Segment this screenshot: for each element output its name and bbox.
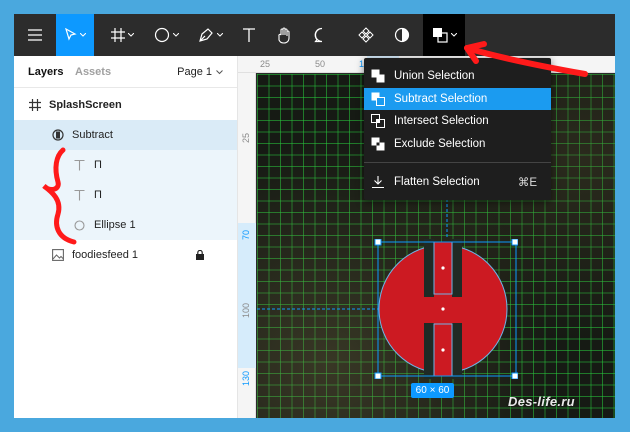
layer-label: SplashScreen [49,99,122,111]
layer-subtract[interactable]: Subtract [14,120,237,150]
menu-item-exclude[interactable]: Exclude Selection [364,133,551,155]
tab-assets[interactable]: Assets [75,66,111,78]
comment-tool-button[interactable] [309,14,335,56]
menu-separator [364,162,551,163]
ruler-highlight [238,223,256,368]
ruler-tick-label: 130 [241,370,251,386]
text-icon [72,188,86,202]
menu-item-subtract[interactable]: Subtract Selection [364,88,551,110]
layer-foodiesfeed[interactable]: foodiesfeed 1 [14,240,237,270]
hand-icon [278,26,290,44]
shape-tool-button[interactable] [146,14,186,56]
chevron-down-icon [216,33,223,37]
layer-text-2[interactable]: П [14,180,237,210]
menu-item-union[interactable]: Union Selection [364,65,551,87]
mask-button[interactable] [389,14,415,56]
hamburger-icon [28,29,42,41]
panel-tabs: Layers Assets Page 1 [14,56,237,88]
lock-icon[interactable] [196,250,204,260]
menu-item-label: Subtract Selection [394,93,488,105]
menu-item-label: Union Selection [394,70,475,82]
circle-icon [154,27,169,43]
main-menu-button[interactable] [18,14,52,56]
layer-label: П [94,189,102,201]
chevron-down-icon [127,33,134,37]
menu-item-label: Intersect Selection [394,115,489,127]
frame-tool-button[interactable] [102,14,142,56]
figma-window: Layers Assets Page 1 SplashScreen Subtra… [14,14,615,418]
frame-icon [28,98,42,112]
subtract-icon [371,92,385,106]
flatten-icon [372,176,384,189]
ruler-tick-label: 50 [315,59,326,69]
menu-item-label: Flatten Selection [394,176,480,188]
boolean-subtract-icon [51,128,65,142]
layers-panel: Layers Assets Page 1 SplashScreen Subtra… [14,56,238,418]
chevron-down-icon [216,69,223,74]
menu-item-flatten[interactable]: Flatten Selection ⌘E [364,171,551,193]
boolean-groups-button[interactable] [423,14,465,56]
ruler-tick-label: 100 [241,302,251,318]
page-selector-label: Page 1 [177,66,212,78]
ruler-tick-label: 25 [260,59,271,69]
ruler-tick-label: 70 [241,229,251,240]
pen-icon [198,28,213,42]
component-icon [358,27,374,43]
menu-item-intersect[interactable]: Intersect Selection [364,110,551,132]
text-icon [72,158,86,172]
mask-icon [394,27,410,43]
cursor-icon [64,28,77,41]
frame-icon [110,28,125,42]
chevron-down-icon [79,33,86,37]
ruler-left: 25 70 100 130 [238,73,256,418]
chevron-down-icon [450,33,457,37]
component-button[interactable] [353,14,379,56]
subtract-shape[interactable] [366,239,518,379]
boolean-icon [432,28,448,43]
comment-icon [314,27,323,43]
menu-shortcut: ⌘E [517,177,537,189]
image-icon [51,248,65,262]
ruler-tick-label: 25 [241,132,251,143]
move-tool-button[interactable] [56,14,94,56]
chevron-down-icon [172,33,179,37]
intersect-icon [371,114,385,128]
layer-ellipse[interactable]: Ellipse 1 [14,210,237,240]
layer-label: П [94,159,102,171]
layer-label: foodiesfeed 1 [72,249,139,261]
layer-label: Ellipse 1 [94,219,136,231]
dimension-badge: 60 × 60 [411,383,454,398]
exclude-icon [371,137,385,151]
hand-tool-button[interactable] [272,14,298,56]
ellipse-icon [72,218,86,232]
menu-item-label: Exclude Selection [394,138,486,150]
page-selector[interactable]: Page 1 [177,66,223,78]
watermark: Des-life.ru [508,394,575,409]
layer-label: Subtract [72,129,113,141]
boolean-menu: Union Selection Subtract Selection Inter… [364,58,551,200]
tab-layers[interactable]: Layers [28,66,63,78]
layer-splashscreen[interactable]: SplashScreen [14,90,237,120]
text-tool-button[interactable] [236,14,262,56]
text-icon [243,28,255,42]
pen-tool-button[interactable] [190,14,230,56]
union-icon [371,69,385,83]
layer-text-1[interactable]: П [14,150,237,180]
toolbar [14,14,615,56]
